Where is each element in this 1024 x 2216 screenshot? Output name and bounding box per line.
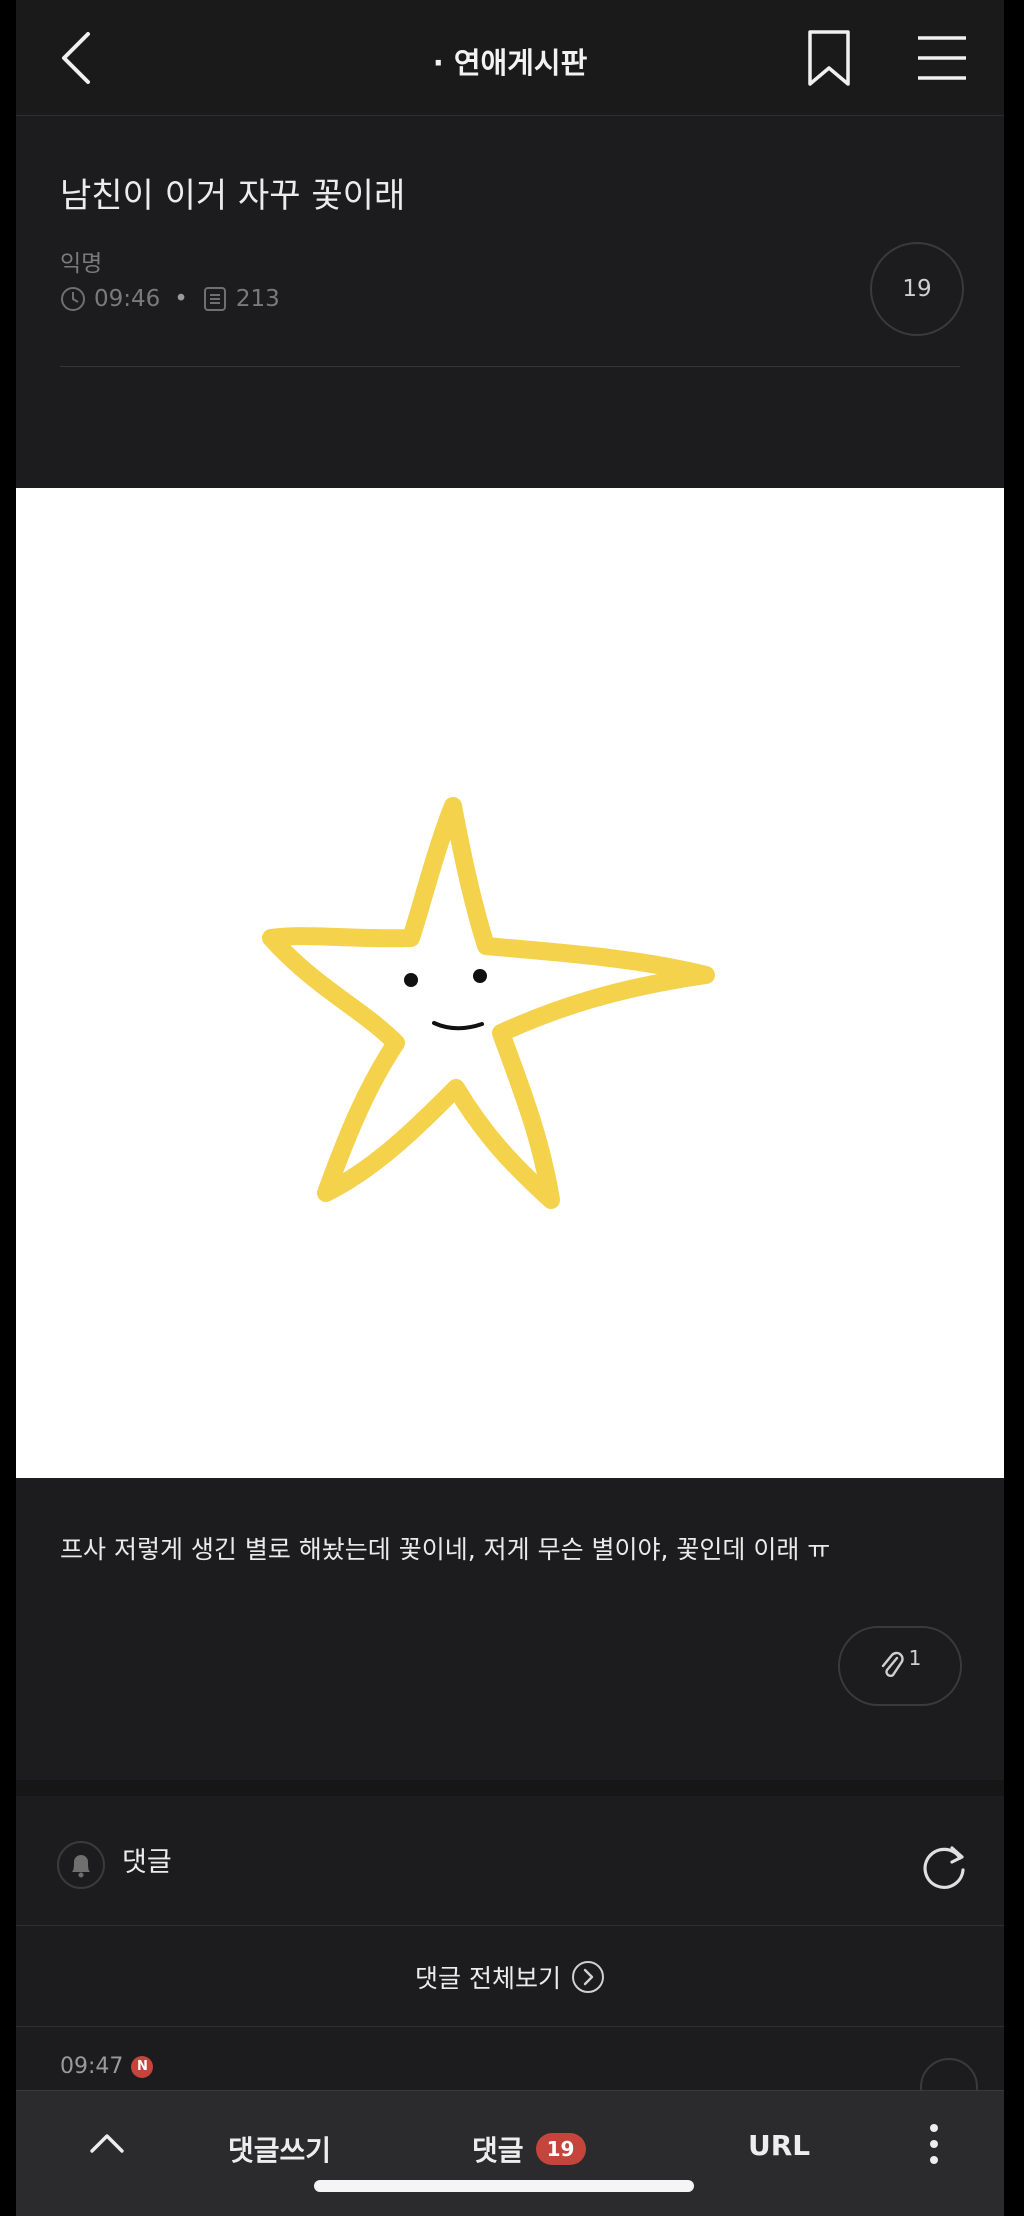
- comment-count-button[interactable]: 19: [870, 242, 964, 336]
- view-all-label: 댓글 전체보기: [415, 1963, 561, 1993]
- star-drawing: [262, 797, 715, 1209]
- divider: [60, 366, 960, 367]
- meta-separator: •: [174, 286, 188, 312]
- bottom-action-bar: 댓글쓰기 댓글 19 URL: [16, 2090, 1004, 2216]
- refresh-icon[interactable]: [918, 1840, 970, 1892]
- clock-icon: [61, 287, 85, 311]
- views-icon: [203, 287, 226, 311]
- hamburger-menu-icon[interactable]: [914, 30, 970, 86]
- chevron-up-icon[interactable]: [84, 2121, 130, 2167]
- attachment-button[interactable]: 1: [838, 1626, 962, 1706]
- more-options-icon[interactable]: [922, 2121, 946, 2167]
- chevron-right-circle-icon: [571, 1960, 604, 1993]
- post-text: 프사 저렇게 생긴 별로 해놨는데 꽃이네, 저게 무슨 별이야, 꽃인데 이래…: [60, 1535, 831, 1564]
- app-frame: · 연애게시판 남친이 이거 자꾸 꽃이래 익명 09:46 • 213 19 …: [16, 0, 1004, 2216]
- paperclip-icon: [881, 1651, 904, 1678]
- new-badge: N: [131, 2055, 154, 2078]
- comments-count-badge: 19: [535, 2133, 586, 2165]
- url-button[interactable]: URL: [748, 2129, 810, 2162]
- view-all-comments-button[interactable]: 댓글 전체보기: [16, 1927, 1004, 2027]
- post-title: 남친이 이거 자꾸 꽃이래: [60, 176, 406, 216]
- comment-time: 09:47 N: [60, 2054, 154, 2079]
- comments-button[interactable]: 댓글 19: [472, 2129, 586, 2169]
- attachment-count: 1: [908, 1646, 922, 1670]
- post-time: 09:46: [94, 286, 161, 312]
- write-comment-button[interactable]: 댓글쓰기: [228, 2129, 331, 2169]
- comment-time-text: 09:47: [60, 2054, 124, 2079]
- bookmark-icon[interactable]: [802, 28, 856, 88]
- bell-icon[interactable]: [56, 1840, 106, 1890]
- post-meta: 09:46 • 213: [60, 286, 280, 312]
- comments-label: 댓글: [122, 1847, 172, 1878]
- post-author: 익명: [60, 251, 103, 277]
- comments-header: 댓글: [16, 1796, 1004, 1926]
- post-header: 남친이 이거 자꾸 꽃이래 익명 09:46 • 213 19: [16, 116, 1004, 486]
- post-image[interactable]: [16, 488, 1004, 1478]
- post-views: 213: [235, 286, 280, 312]
- post-body: 프사 저렇게 생긴 별로 해놨는데 꽃이네, 저게 무슨 별이야, 꽃인데 이래…: [16, 1478, 1004, 1780]
- comments-button-label: 댓글: [472, 2134, 524, 2167]
- home-indicator[interactable]: [314, 2180, 694, 2192]
- section-gap: [16, 1780, 1004, 1796]
- top-nav-bar: · 연애게시판: [16, 0, 1004, 116]
